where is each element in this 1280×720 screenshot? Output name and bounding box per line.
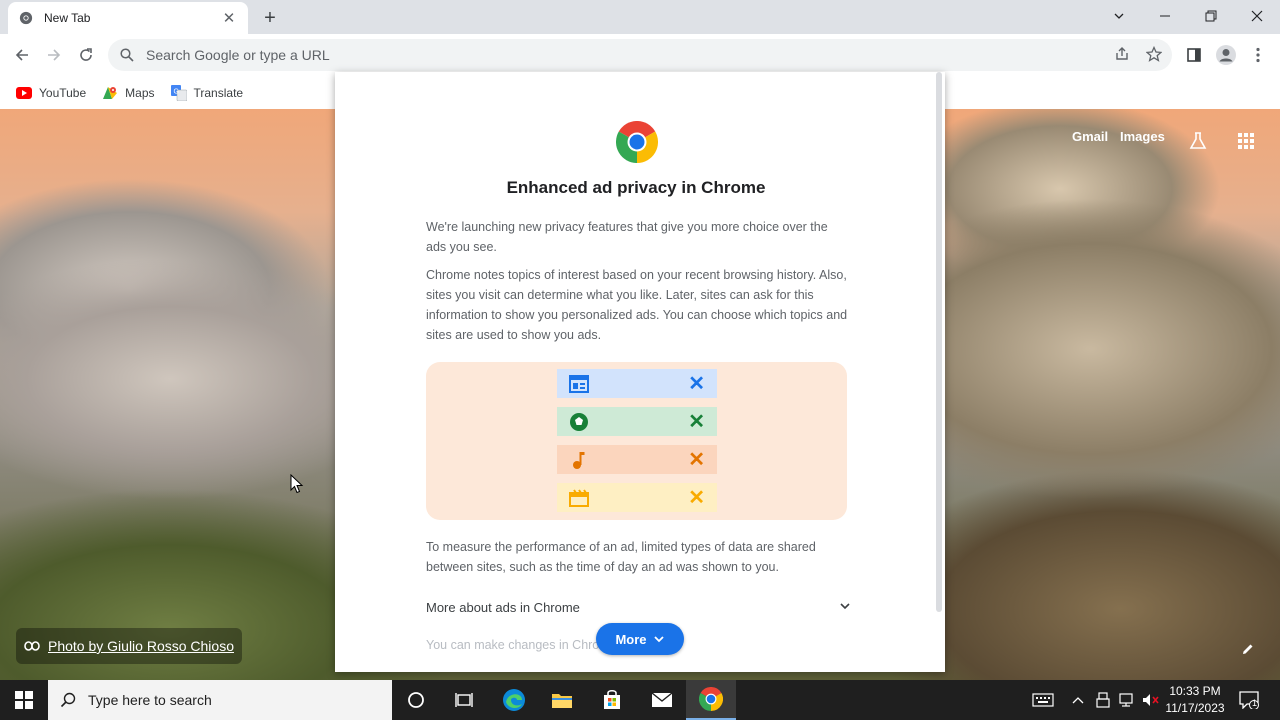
profile-avatar-icon[interactable]: [1212, 41, 1240, 69]
maps-icon: [102, 85, 118, 101]
clock-date: 11/17/2023: [1165, 701, 1225, 715]
bookmark-star-icon[interactable]: [1140, 40, 1168, 68]
forward-arrow-icon[interactable]: [40, 41, 68, 69]
share-icon[interactable]: [1108, 40, 1136, 68]
dialog-paragraph-measurement: To measure the performance of an ad, lim…: [426, 540, 816, 574]
more-about-ads-expander[interactable]: More about ads in Chrome: [426, 595, 851, 619]
chrome-logo-icon: [616, 121, 658, 163]
tab-search-chevron-icon[interactable]: [1096, 0, 1142, 32]
apps-grid-icon[interactable]: [1232, 127, 1260, 155]
chrome-favicon-icon: [18, 10, 34, 26]
windows-taskbar: Type here to search 10:33 PM 11/17/2023 …: [0, 680, 1280, 720]
ad-privacy-dialog: Enhanced ad privacy in Chrome We're laun…: [335, 72, 945, 672]
kebab-menu-icon[interactable]: [1244, 41, 1272, 69]
more-button[interactable]: More: [596, 623, 684, 655]
translate-icon: G: [170, 84, 187, 101]
more-button-label: More: [615, 631, 647, 647]
cortana-icon[interactable]: [392, 680, 440, 720]
new-tab-button[interactable]: +: [258, 6, 282, 30]
address-bar-input[interactable]: [146, 47, 1046, 63]
remove-topic-icon: ✕: [688, 411, 705, 433]
dialog-scrollbar[interactable]: [936, 72, 942, 612]
keyboard-icon[interactable]: [1028, 680, 1058, 720]
taskbar-search-text: Type here to search: [88, 692, 212, 708]
youtube-icon: [16, 85, 32, 101]
reload-icon[interactable]: [72, 41, 100, 69]
edge-browser-icon[interactable]: [490, 680, 538, 720]
minimize-icon[interactable]: [1142, 0, 1188, 32]
back-arrow-icon[interactable]: [8, 41, 36, 69]
gmail-link[interactable]: Gmail: [1072, 129, 1108, 144]
network-icon[interactable]: [1116, 680, 1138, 720]
illustration-row: ✕: [557, 483, 717, 512]
browser-window-icon: [568, 373, 590, 395]
notification-center-icon[interactable]: 1: [1234, 680, 1264, 720]
taskbar-clock[interactable]: 10:33 PM 11/17/2023: [1160, 683, 1230, 717]
chevron-down-icon: [839, 600, 851, 615]
search-icon: [120, 47, 136, 63]
tab-close-icon[interactable]: ✕: [220, 9, 238, 27]
search-icon: [60, 692, 76, 708]
notification-count: 1: [1252, 698, 1258, 708]
task-view-icon[interactable]: [440, 680, 488, 720]
soccer-ball-icon: [568, 411, 590, 433]
svg-text:G: G: [173, 88, 178, 95]
photo-credit-link[interactable]: Photo by Giulio Rosso Chioso: [16, 628, 242, 664]
expander-label: More about ads in Chrome: [426, 599, 580, 615]
music-note-icon: [568, 449, 590, 471]
clapperboard-icon: [568, 487, 590, 509]
show-hidden-icons-chevron-icon[interactable]: [1066, 680, 1090, 720]
volume-muted-icon[interactable]: [1140, 680, 1162, 720]
dialog-paragraph-topics: Chrome notes topics of interest based on…: [426, 268, 848, 342]
omnibox[interactable]: [108, 39, 1172, 71]
tab-strip: New Tab ✕ +: [0, 0, 1280, 34]
labs-flask-icon[interactable]: [1184, 127, 1212, 155]
windows-start-icon[interactable]: [0, 680, 48, 720]
bookmark-youtube[interactable]: YouTube: [8, 80, 94, 106]
mouse-cursor-icon: [290, 474, 304, 494]
customize-pencil-icon[interactable]: [1232, 633, 1264, 665]
photo-credit-text: Photo by Giulio Rosso Chioso: [48, 638, 234, 654]
restore-icon[interactable]: [1188, 0, 1234, 32]
chrome-taskbar-icon[interactable]: [686, 680, 736, 720]
illustration-row: ✕: [557, 445, 717, 474]
tab-title: New Tab: [44, 11, 91, 25]
topics-illustration: ✕ ✕ ✕ ✕: [426, 362, 847, 520]
clock-time: 10:33 PM: [1169, 684, 1221, 698]
side-panel-icon[interactable]: [1180, 41, 1208, 69]
bookmark-translate[interactable]: G Translate: [163, 80, 252, 106]
toolbar: [0, 34, 1280, 76]
taskbar-search-box[interactable]: Type here to search: [48, 680, 392, 720]
file-explorer-icon[interactable]: [538, 680, 586, 720]
images-link[interactable]: Images: [1120, 129, 1165, 144]
remove-topic-icon: ✕: [688, 487, 705, 509]
microsoft-store-icon[interactable]: [588, 680, 636, 720]
chevron-down-icon: [653, 633, 665, 645]
bookmark-maps[interactable]: Maps: [94, 80, 162, 106]
mail-icon[interactable]: [638, 680, 686, 720]
illustration-row: ✕: [557, 369, 717, 398]
close-window-icon[interactable]: [1234, 0, 1280, 32]
remove-topic-icon: ✕: [688, 373, 705, 395]
bookmark-label: Translate: [193, 85, 244, 100]
bookmark-label: YouTube: [39, 85, 87, 100]
remove-topic-icon: ✕: [688, 449, 705, 471]
tab-new-tab[interactable]: New Tab ✕: [8, 2, 248, 34]
link-icon: [24, 641, 40, 651]
usb-device-icon[interactable]: [1092, 680, 1114, 720]
bookmark-label: Maps: [125, 85, 155, 100]
dialog-title: Enhanced ad privacy in Chrome: [506, 178, 766, 197]
dialog-paragraph-intro: We're launching new privacy features tha…: [426, 220, 828, 254]
illustration-row: ✕: [557, 407, 717, 436]
